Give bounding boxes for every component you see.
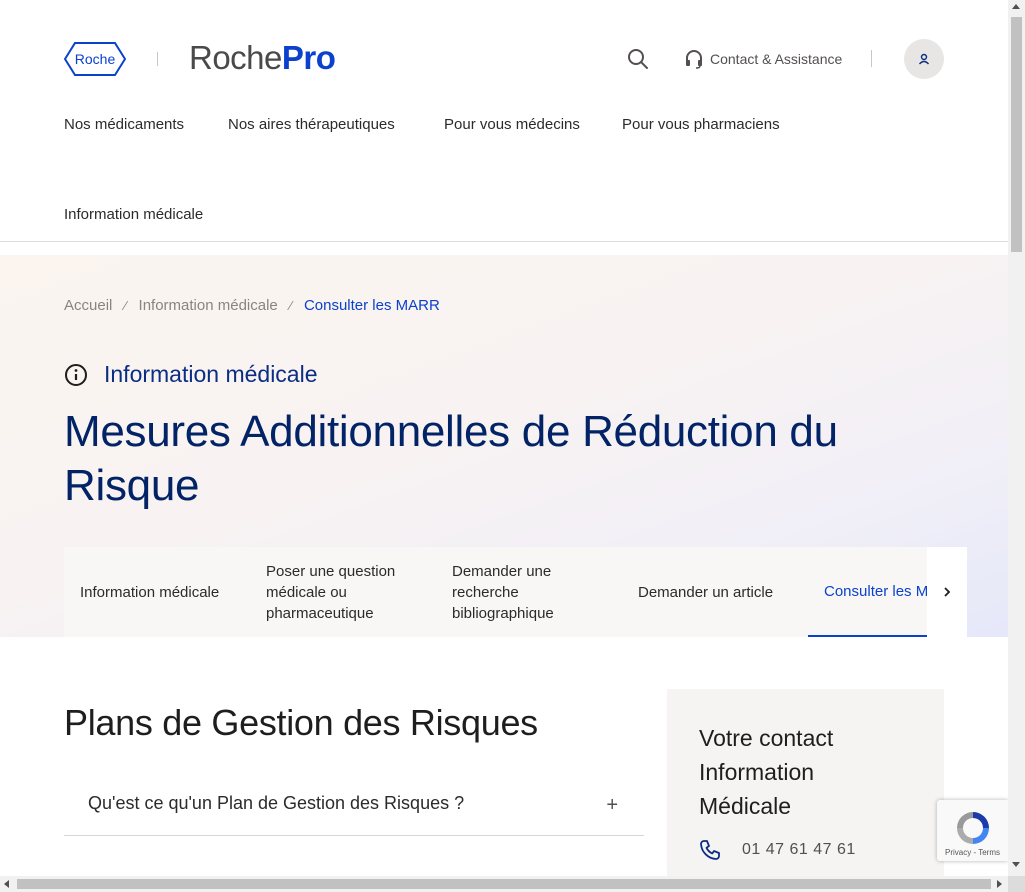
nav-aires-therapeutiques[interactable]: Nos aires thérapeutiques bbox=[228, 116, 395, 133]
search-icon bbox=[628, 49, 648, 69]
tab-information-medicale[interactable]: Information médicale bbox=[64, 547, 250, 637]
section-title: Plans de Gestion des Risques bbox=[64, 702, 538, 743]
recaptcha-links[interactable]: Privacy - Terms bbox=[937, 848, 1008, 857]
chevron-right-icon bbox=[944, 587, 951, 597]
breadcrumb-separator: ⁄ bbox=[289, 298, 292, 313]
breadcrumb-information-medicale[interactable]: Information médicale bbox=[139, 297, 278, 314]
rochepro-brand[interactable]: RochePro bbox=[189, 39, 336, 77]
contact-assistance-label: Contact & Assistance bbox=[710, 51, 843, 67]
logo-divider bbox=[157, 52, 158, 66]
user-icon bbox=[918, 53, 930, 65]
scroll-up-arrow-icon[interactable] bbox=[1012, 4, 1020, 9]
nav-information-medicale[interactable]: Information médicale bbox=[64, 206, 203, 223]
horizontal-scrollbar[interactable] bbox=[0, 876, 1008, 892]
accordion-label: Qu'est ce qu'un Plan de Gestion des Risq… bbox=[88, 793, 465, 813]
tab-recherche-bibliographique[interactable]: Demander une recherche bibliographique bbox=[436, 547, 622, 637]
contact-phone-number: 01 47 61 47 61 bbox=[742, 841, 856, 858]
nav-nos-medicaments[interactable]: Nos médicaments bbox=[64, 116, 184, 133]
hero-section: Accueil ⁄ Information médicale ⁄ Consult… bbox=[0, 255, 1008, 637]
header-divider bbox=[871, 50, 872, 67]
tab-poser-une-question[interactable]: Poser une question médicale ou pharmaceu… bbox=[250, 547, 436, 637]
vertical-scrollbar[interactable] bbox=[1008, 0, 1025, 876]
scroll-left-arrow-icon[interactable] bbox=[4, 880, 9, 888]
page-title: Mesures Additionnelles de Réduction du R… bbox=[64, 407, 838, 510]
tab-demander-un-article[interactable]: Demander un article bbox=[622, 547, 808, 637]
contact-assistance-link[interactable]: Contact & Assistance bbox=[684, 48, 842, 70]
contact-phone-link[interactable]: 01 47 61 47 61 bbox=[699, 839, 856, 861]
scrollbar-corner bbox=[1008, 876, 1025, 892]
section-tabs: Information médicale Poser une question … bbox=[64, 547, 967, 637]
account-button[interactable] bbox=[904, 39, 944, 79]
header-bottom-border bbox=[0, 241, 1008, 242]
plus-icon: + bbox=[606, 794, 618, 816]
roche-logo[interactable]: Roche bbox=[64, 42, 126, 76]
breadcrumb-accueil[interactable]: Accueil bbox=[64, 297, 112, 314]
recaptcha-badge[interactable]: Privacy - Terms bbox=[937, 800, 1008, 861]
search-button[interactable] bbox=[626, 47, 650, 71]
headset-icon bbox=[686, 50, 702, 69]
breadcrumb: Accueil ⁄ Information médicale ⁄ Consult… bbox=[64, 297, 440, 314]
scroll-down-arrow-icon[interactable] bbox=[1012, 862, 1020, 867]
breadcrumb-separator: ⁄ bbox=[124, 298, 127, 313]
info-icon bbox=[65, 363, 87, 386]
nav-pour-vous-medecins[interactable]: Pour vous médecins bbox=[444, 116, 580, 133]
contact-card-title: Votre contact Information Médicale bbox=[699, 725, 834, 819]
tabs-scroll-right-button[interactable] bbox=[927, 547, 967, 637]
accordion-plan-gestion-risques[interactable]: Qu'est ce qu'un Plan de Gestion des Risq… bbox=[64, 772, 644, 836]
breadcrumb-current[interactable]: Consulter les MARR bbox=[304, 297, 440, 314]
contact-card: Votre contact Information Médicale 01 47… bbox=[667, 689, 944, 876]
roche-logo-text: Roche bbox=[75, 51, 116, 67]
brand-part-roche: Roche bbox=[189, 39, 282, 76]
hero-eyebrow: Information médicale bbox=[64, 361, 318, 388]
phone-icon bbox=[700, 840, 720, 860]
brand-part-pro: Pro bbox=[281, 39, 336, 76]
horizontal-scrollbar-thumb[interactable] bbox=[17, 879, 991, 889]
scroll-right-arrow-icon[interactable] bbox=[997, 880, 1002, 888]
hero-eyebrow-label: Information médicale bbox=[104, 361, 318, 387]
page: Roche RochePro Contact & Assistance Nos … bbox=[0, 0, 1008, 876]
recaptcha-icon bbox=[957, 812, 989, 844]
tab-consulter-les-marr[interactable]: Consulter les MARR bbox=[808, 547, 927, 637]
nav-pour-vous-pharmaciens[interactable]: Pour vous pharmaciens bbox=[622, 116, 780, 133]
vertical-scrollbar-thumb[interactable] bbox=[1011, 17, 1022, 252]
